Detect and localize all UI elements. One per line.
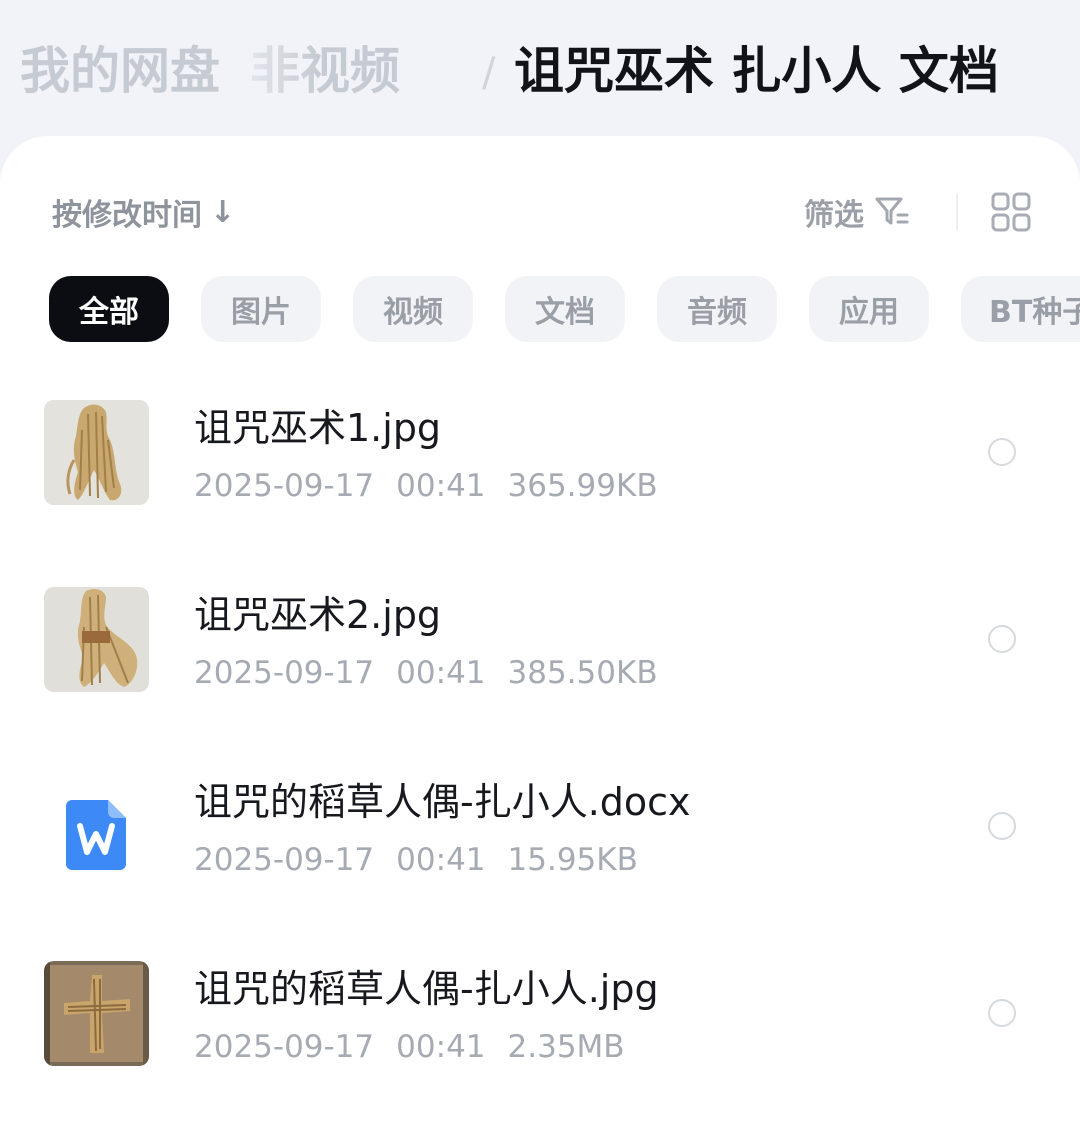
breadcrumb-root[interactable]: 我的网盘 [20, 38, 220, 104]
file-date: 2025-09-17 [194, 842, 375, 878]
file-meta: 2025-09-17 00:41 385.50KB [194, 653, 680, 693]
file-time: 00:41 [396, 655, 486, 691]
toolbar-divider [956, 194, 958, 230]
file-date: 2025-09-17 [194, 1029, 375, 1065]
file-row[interactable]: 诅咒巫术1.jpg 2025-09-17 00:41 365.99KB [0, 400, 1080, 540]
file-row[interactable]: 诅咒的稻草人偶-扎小人.docx 2025-09-17 00:41 15.95KB [0, 774, 1080, 914]
select-radio[interactable] [988, 999, 1016, 1027]
file-size: 15.95KB [507, 842, 638, 878]
select-radio[interactable] [988, 812, 1016, 840]
file-row[interactable]: 诅咒的稻草人偶-扎小人.jpg 2025-09-17 00:41 2.35MB [0, 961, 1080, 1101]
file-size: 365.99KB [507, 468, 658, 504]
file-size: 2.35MB [507, 1029, 625, 1065]
select-radio[interactable] [988, 438, 1016, 466]
filter-label: 筛选 [804, 198, 864, 233]
file-date: 2025-09-17 [194, 468, 375, 504]
image-thumbnail [44, 400, 149, 505]
file-meta: 2025-09-17 00:41 2.35MB [194, 1027, 647, 1067]
file-time: 00:41 [396, 842, 486, 878]
sort-button[interactable]: 按修改时间 ↓ [52, 192, 236, 234]
tab-apps[interactable]: 应用 [809, 276, 929, 342]
file-name: 诅咒的稻草人偶-扎小人.jpg [194, 967, 659, 1011]
file-meta: 2025-09-17 00:41 365.99KB [194, 466, 680, 506]
file-name: 诅咒巫术2.jpg [194, 593, 442, 637]
file-list-panel: 按修改时间 ↓ 筛选 全部 图片 视频 文档 音频 应用 BT种子 诅咒巫术1.… [0, 136, 1080, 1136]
grid-view-icon[interactable] [990, 191, 1032, 233]
tab-all[interactable]: 全部 [49, 276, 169, 342]
select-radio[interactable] [988, 625, 1016, 653]
word-doc-icon [66, 800, 126, 870]
tab-videos[interactable]: 视频 [353, 276, 473, 342]
image-thumbnail [44, 587, 149, 692]
file-time: 00:41 [396, 1029, 486, 1065]
file-date: 2025-09-17 [194, 655, 375, 691]
sort-label: 按修改时间 [52, 198, 202, 233]
tab-images[interactable]: 图片 [201, 276, 321, 342]
tab-bt-torrent[interactable]: BT种子 [961, 276, 1080, 342]
page-title: 诅咒巫术 扎小人 文档 [514, 42, 999, 100]
file-meta: 2025-09-17 00:41 15.95KB [194, 840, 660, 880]
breadcrumb-parent[interactable]: 非视频 [250, 38, 400, 104]
file-time: 00:41 [396, 468, 486, 504]
file-size: 385.50KB [507, 655, 658, 691]
breadcrumb: 我的网盘 非视频 / 诅咒巫术 扎小人 文档 [0, 0, 1080, 140]
filter-button[interactable]: 筛选 [804, 192, 910, 233]
file-name: 诅咒巫术1.jpg [194, 406, 442, 450]
sort-arrow-icon: ↓ [210, 194, 236, 230]
image-thumbnail [44, 961, 149, 1066]
tab-audio[interactable]: 音频 [657, 276, 777, 342]
file-row[interactable]: 诅咒巫术2.jpg 2025-09-17 00:41 385.50KB [0, 587, 1080, 727]
tab-documents[interactable]: 文档 [505, 276, 625, 342]
category-tabs: 全部 图片 视频 文档 音频 应用 BT种子 [0, 276, 1080, 344]
filter-icon [875, 197, 909, 225]
file-name: 诅咒的稻草人偶-扎小人.docx [194, 780, 691, 824]
breadcrumb-separator: / [482, 50, 496, 96]
